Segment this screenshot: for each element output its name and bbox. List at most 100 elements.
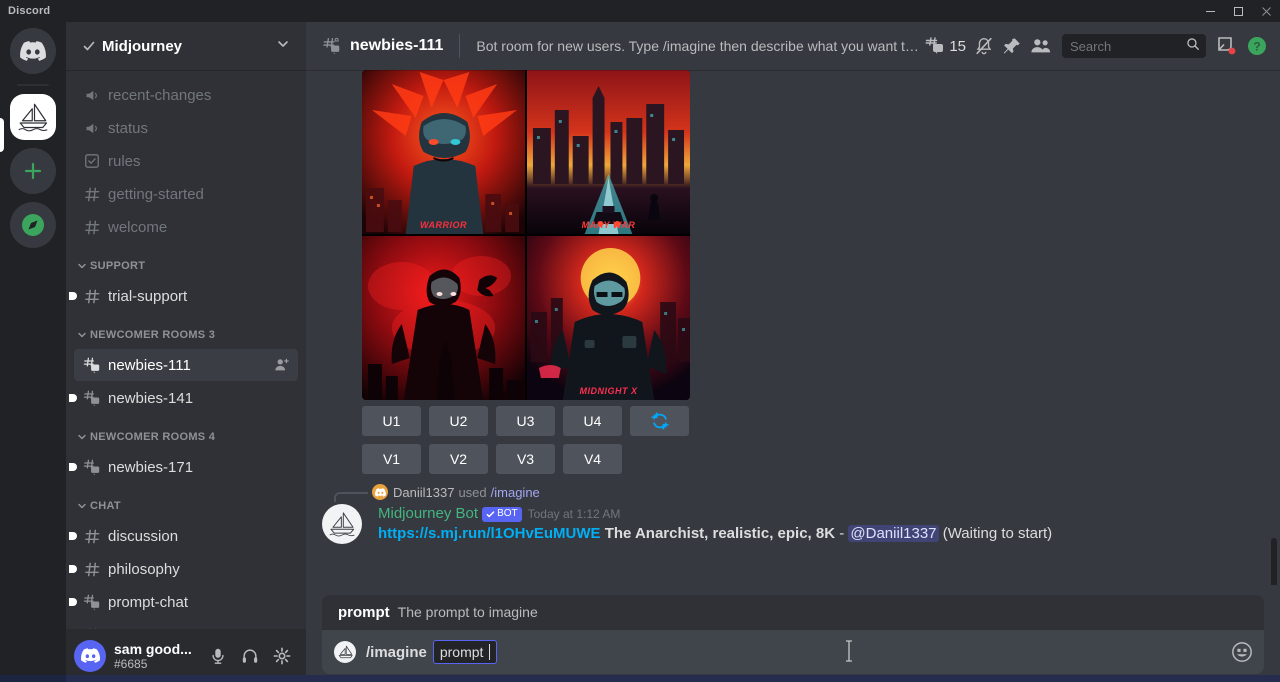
minimize-button[interactable] xyxy=(1196,0,1224,22)
image-tile-3[interactable] xyxy=(362,236,525,400)
reply-spine xyxy=(334,492,368,502)
channel-name: newbies-171 xyxy=(108,459,290,476)
add-member-icon[interactable] xyxy=(274,357,290,373)
context-command[interactable]: /imagine xyxy=(491,485,540,500)
sidebar-item-rules[interactable]: rules xyxy=(74,145,298,177)
unread-indicator xyxy=(69,598,77,606)
explore-servers-button[interactable] xyxy=(10,202,56,248)
message-list[interactable]: WARRIOR xyxy=(306,70,1280,585)
threads-count: 15 xyxy=(949,38,966,55)
image-caption: WARRIOR xyxy=(362,220,525,230)
variation-v1-button[interactable]: V1 xyxy=(362,444,421,474)
notification-settings-button[interactable] xyxy=(970,30,998,62)
sidebar-item-discussion[interactable]: discussion xyxy=(74,520,298,552)
compass-icon xyxy=(20,212,46,238)
message-timestamp: Today at 1:12 AM xyxy=(528,504,621,524)
chevron-down-icon[interactable] xyxy=(276,37,290,56)
command-argument-chip[interactable]: prompt xyxy=(433,640,498,664)
mute-button[interactable] xyxy=(202,640,234,672)
upscale-u3-button[interactable]: U3 xyxy=(496,406,555,436)
sidebar-item-getting-started[interactable]: getting-started xyxy=(74,178,298,210)
channel-name: newbies-111 xyxy=(108,357,274,374)
sidebar-item-newbies-171[interactable]: newbies-171 xyxy=(74,451,298,483)
sidebar-item-welcome[interactable]: welcome xyxy=(74,211,298,243)
message-input-bar[interactable]: /imagine prompt xyxy=(322,630,1264,674)
reroll-button[interactable] xyxy=(630,406,689,436)
maximize-button[interactable] xyxy=(1224,0,1252,22)
image-caption: MIDNIGHT X xyxy=(527,386,690,396)
pinned-messages-button[interactable] xyxy=(998,30,1026,62)
message-mention[interactable]: @Daniil1337 xyxy=(848,525,938,542)
context-username[interactable]: Daniil1337 xyxy=(393,485,454,500)
deafen-button[interactable] xyxy=(234,640,266,672)
emoji-picker-button[interactable] xyxy=(1230,640,1254,664)
help-button[interactable]: ? xyxy=(1242,30,1272,62)
channel-list: recent-changes status rules xyxy=(66,70,306,629)
job-link[interactable]: https://s.mj.run/l1OHvEuMUWE xyxy=(378,525,601,542)
upscale-u2-button[interactable]: U2 xyxy=(429,406,488,436)
category-label: NEWCOMER ROOMS 3 xyxy=(90,329,215,341)
server-rail xyxy=(0,22,66,682)
add-server-button[interactable] xyxy=(10,148,56,194)
variation-v3-button[interactable]: V3 xyxy=(496,444,555,474)
channel-topic[interactable]: Bot room for new users. Type /imagine th… xyxy=(476,38,920,54)
channel-name: prompt-chat xyxy=(108,594,290,611)
sidebar-item-off-topic[interactable]: off-topic xyxy=(74,619,298,629)
chevron-down-icon xyxy=(76,260,88,272)
search-input[interactable]: Search xyxy=(1062,34,1206,58)
guild-header[interactable]: Midjourney xyxy=(66,22,306,70)
sidebar-item-status[interactable]: status xyxy=(74,112,298,144)
midjourney-action-buttons: U1 U2 U3 U4 V1 xyxy=(362,406,1280,474)
search-icon xyxy=(1186,37,1200,56)
unread-indicator xyxy=(69,565,77,573)
avatar[interactable] xyxy=(74,640,106,672)
context-avatar[interactable] xyxy=(372,484,388,500)
channel-name: trial-support xyxy=(108,288,290,305)
category-support[interactable]: SUPPORT xyxy=(66,253,306,279)
user-settings-button[interactable] xyxy=(266,640,298,672)
image-tile-2[interactable]: MARY WAR xyxy=(527,70,690,234)
hash-icon xyxy=(82,528,102,545)
midjourney-image-grid[interactable]: WARRIOR xyxy=(362,70,690,400)
chevron-down-icon xyxy=(76,329,88,341)
category-newcomer-rooms-3[interactable]: NEWCOMER ROOMS 3 xyxy=(66,322,306,348)
sidebar-item-recent-changes[interactable]: recent-changes xyxy=(74,79,298,111)
hash-thread-icon xyxy=(82,593,102,611)
mouse-text-cursor xyxy=(844,640,854,667)
avatar[interactable] xyxy=(322,504,362,544)
sidebar-item-prompt-chat[interactable]: prompt-chat xyxy=(74,586,298,618)
server-midjourney[interactable] xyxy=(10,94,56,140)
member-list-button[interactable] xyxy=(1026,30,1056,62)
sidebar-item-newbies-141[interactable]: newbies-141 xyxy=(74,382,298,414)
upscale-u4-button[interactable]: U4 xyxy=(563,406,622,436)
announcement-icon xyxy=(82,120,102,137)
hash-thread-icon xyxy=(82,458,102,476)
hash-thread-icon xyxy=(82,356,102,374)
unread-indicator xyxy=(69,463,77,471)
scrollbar-thumb[interactable] xyxy=(1271,538,1277,585)
inbox-button[interactable] xyxy=(1212,30,1242,62)
window-controls xyxy=(1196,0,1280,22)
upscale-u1-button[interactable]: U1 xyxy=(362,406,421,436)
image-tile-4[interactable]: MIDNIGHT X xyxy=(527,236,690,400)
message-author[interactable]: Midjourney Bot xyxy=(378,504,478,524)
channel-name: welcome xyxy=(108,219,290,236)
server-direct-messages[interactable] xyxy=(10,28,56,74)
threads-button[interactable]: 15 xyxy=(920,30,970,62)
upscale-button-row: U1 U2 U3 U4 xyxy=(362,406,1280,436)
channel-name: newbies-141 xyxy=(108,390,290,407)
sidebar-item-newbies-111[interactable]: newbies-111 xyxy=(74,349,298,381)
variation-v2-button[interactable]: V2 xyxy=(429,444,488,474)
unread-indicator xyxy=(69,532,77,540)
hash-thread-icon xyxy=(82,389,102,407)
image-tile-1[interactable]: WARRIOR xyxy=(362,70,525,234)
sidebar-item-trial-support[interactable]: trial-support xyxy=(74,280,298,312)
sidebar-item-philosophy[interactable]: philosophy xyxy=(74,553,298,585)
message-scrollbar[interactable] xyxy=(1270,70,1278,585)
close-button[interactable] xyxy=(1252,0,1280,22)
category-chat[interactable]: CHAT xyxy=(66,493,306,519)
category-newcomer-rooms-4[interactable]: NEWCOMER ROOMS 4 xyxy=(66,424,306,450)
channel-name: rules xyxy=(108,153,290,170)
image-caption: MARY WAR xyxy=(527,220,690,230)
variation-v4-button[interactable]: V4 xyxy=(563,444,622,474)
